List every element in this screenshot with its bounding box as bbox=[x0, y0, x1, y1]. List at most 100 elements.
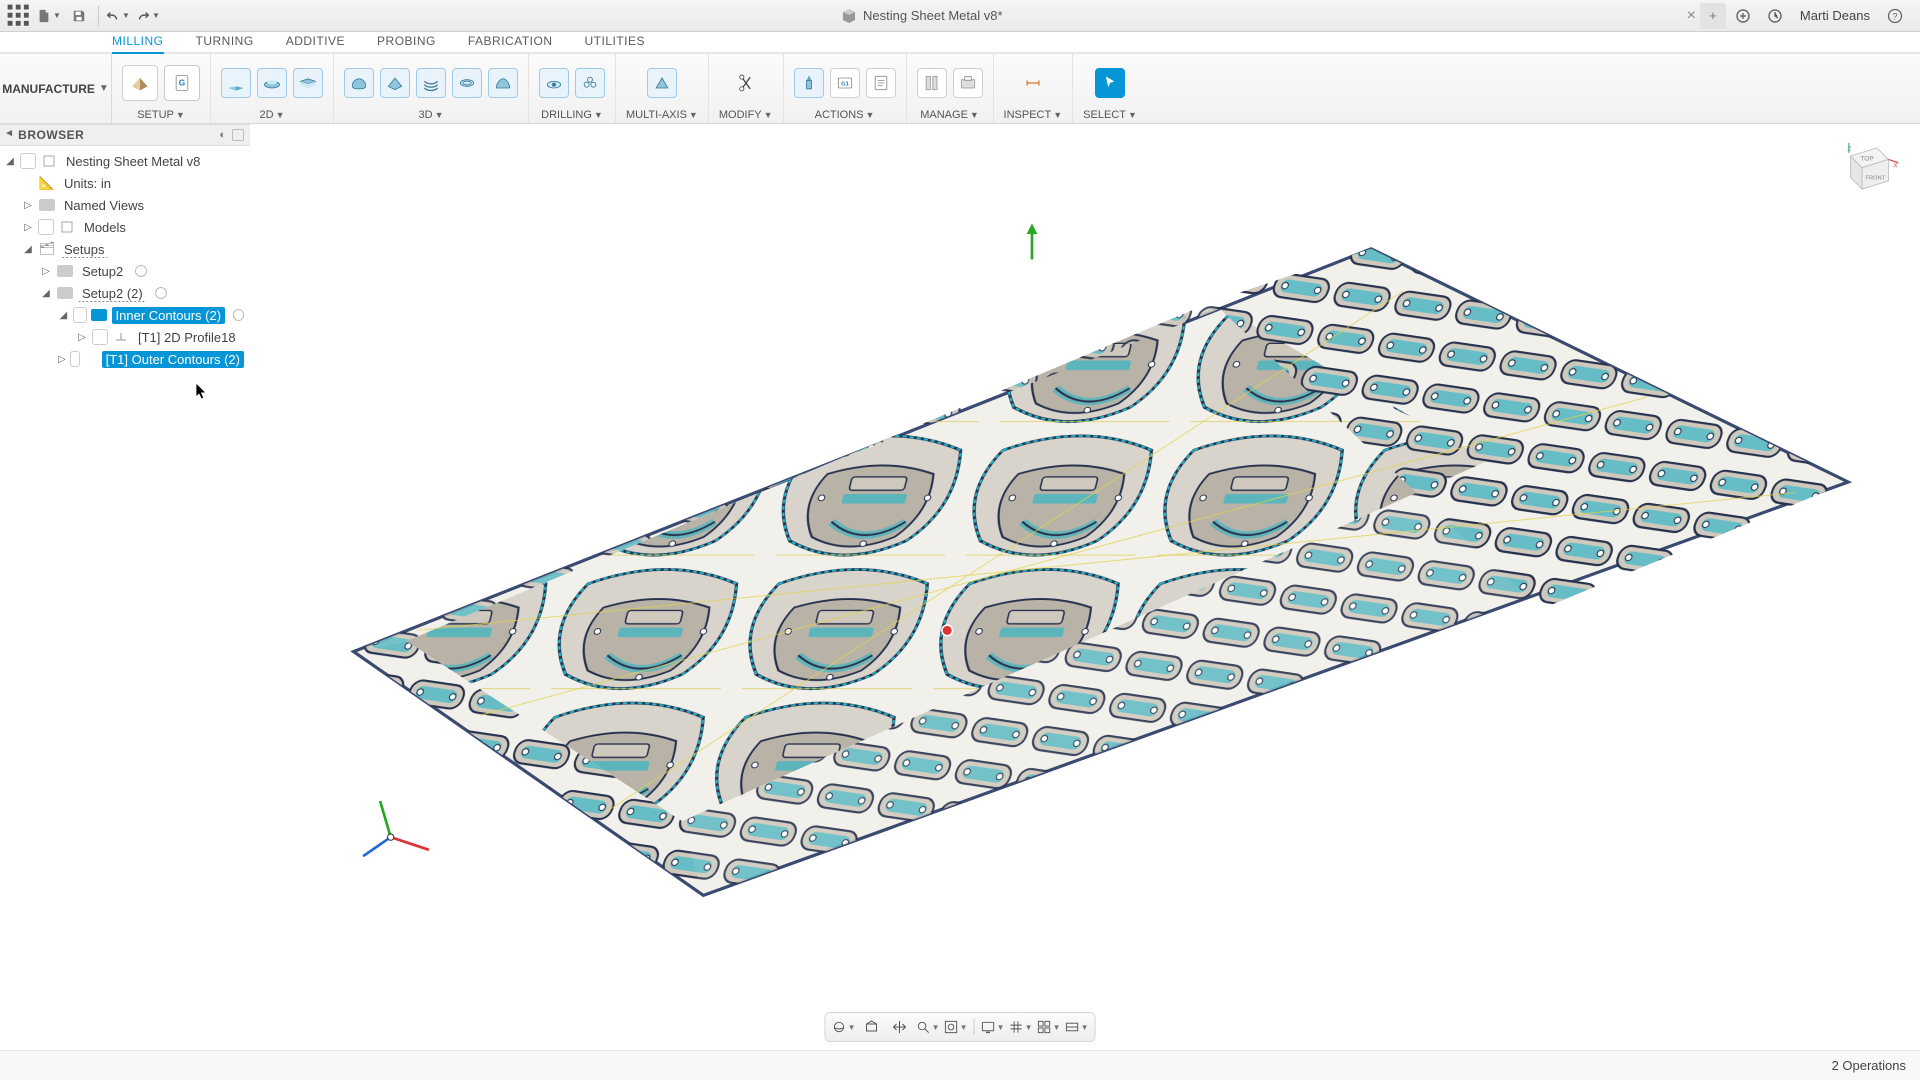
visibility-toggle[interactable] bbox=[20, 153, 36, 169]
look-at-button[interactable] bbox=[860, 1016, 884, 1038]
operation-icon bbox=[84, 351, 98, 367]
tab-turning[interactable]: TURNING bbox=[196, 34, 254, 52]
setups-icon: 🗂 bbox=[38, 241, 56, 257]
simulate-icon[interactable]: G1 bbox=[830, 68, 860, 98]
tree-node-inner-contours[interactable]: ◢ Inner Contours (2) bbox=[4, 304, 250, 326]
measure-icon[interactable] bbox=[1018, 68, 1048, 98]
3d-adaptive-icon[interactable] bbox=[344, 68, 374, 98]
svg-text:TOP: TOP bbox=[1860, 155, 1874, 162]
apps-grid-icon[interactable] bbox=[6, 3, 32, 29]
tree-node-named-views[interactable]: ▷ Named Views bbox=[4, 194, 250, 216]
operation-icon bbox=[112, 329, 130, 345]
pan-button[interactable] bbox=[888, 1016, 912, 1038]
2d-pocket-icon[interactable] bbox=[257, 68, 287, 98]
ribbon-group-inspect: INSPECT▼ bbox=[994, 54, 1074, 123]
viewport-settings-button[interactable]: ▼ bbox=[1037, 1016, 1061, 1038]
ribbon-group-2d: 2D▼ bbox=[211, 54, 334, 123]
drill-icon[interactable] bbox=[539, 68, 569, 98]
tree-node-units[interactable]: 📐 Units: in bbox=[4, 172, 250, 194]
snap-settings-button[interactable]: ▼ bbox=[1065, 1016, 1089, 1038]
browser-close-icon[interactable] bbox=[232, 129, 244, 141]
view-cube[interactable]: TOP FRONT Z X bbox=[1834, 138, 1900, 204]
ribbon-group-multiaxis: MULTI-AXIS▼ bbox=[616, 54, 709, 123]
tool-library-icon[interactable] bbox=[917, 68, 947, 98]
ribbon-label-manage: MANAGE▼ bbox=[920, 109, 979, 121]
close-tab-button[interactable]: × bbox=[1687, 7, 1696, 25]
tree-label: Inner Contours (2) bbox=[112, 307, 226, 324]
visibility-toggle[interactable] bbox=[38, 219, 54, 235]
tree-label: Setups bbox=[60, 241, 108, 258]
tree-label: Nesting Sheet Metal v8 bbox=[62, 153, 204, 170]
undo-button[interactable] bbox=[105, 3, 131, 29]
tree-node-setup2-2[interactable]: ◢ Setup2 (2) bbox=[4, 282, 250, 304]
visibility-toggle[interactable] bbox=[73, 307, 88, 323]
tree-node-root[interactable]: ◢ Nesting Sheet Metal v8 bbox=[4, 150, 250, 172]
workspace-switcher[interactable]: MANUFACTURE▼ bbox=[0, 54, 112, 123]
status-indicator[interactable] bbox=[233, 309, 244, 321]
svg-text:G1: G1 bbox=[841, 81, 850, 87]
workspace-label: MANUFACTURE bbox=[2, 82, 95, 96]
browser-title: BROWSER bbox=[18, 128, 213, 142]
visibility-toggle[interactable] bbox=[70, 351, 80, 367]
document-title-area: Nesting Sheet Metal v8* bbox=[165, 8, 1679, 24]
tree-node-outer-contours[interactable]: ▷ [T1] Outer Contours (2) bbox=[4, 348, 250, 370]
fit-button[interactable]: ▼ bbox=[944, 1016, 968, 1038]
browser-settings-icon[interactable]: ◐ bbox=[219, 129, 226, 141]
tree-label: Setup2 (2) bbox=[78, 285, 147, 302]
ribbon-label-2d: 2D▼ bbox=[260, 109, 285, 121]
machine-library-icon[interactable] bbox=[953, 68, 983, 98]
swarf-icon[interactable] bbox=[647, 68, 677, 98]
tab-additive[interactable]: ADDITIVE bbox=[286, 34, 345, 52]
active-setup-indicator[interactable] bbox=[135, 265, 147, 277]
zoom-button[interactable]: ▼ bbox=[916, 1016, 940, 1038]
status-text: 2 Operations bbox=[1832, 1058, 1906, 1073]
ruler-icon: 📐 bbox=[38, 175, 56, 191]
3d-parallel-icon[interactable] bbox=[416, 68, 446, 98]
component-icon bbox=[58, 219, 76, 235]
tree-node-setups[interactable]: ◢ 🗂 Setups bbox=[4, 238, 250, 260]
2d-face-icon[interactable] bbox=[293, 68, 323, 98]
tree-node-models[interactable]: ▷ Models bbox=[4, 216, 250, 238]
tree-label: Setup2 bbox=[78, 263, 127, 280]
save-button[interactable] bbox=[66, 3, 92, 29]
2d-adaptive-icon[interactable] bbox=[221, 68, 251, 98]
ribbon-tabs: MILLING TURNING ADDITIVE PROBING FABRICA… bbox=[0, 32, 1920, 54]
extensions-icon[interactable] bbox=[1730, 3, 1756, 29]
nc-program-icon[interactable]: G bbox=[164, 65, 200, 101]
select-icon[interactable] bbox=[1095, 68, 1125, 98]
tab-utilities[interactable]: UTILITIES bbox=[585, 34, 646, 52]
3d-pocket-icon[interactable] bbox=[380, 68, 410, 98]
help-icon[interactable]: ? bbox=[1882, 3, 1908, 29]
viewport[interactable]: TOP FRONT Z X bbox=[250, 124, 1920, 1050]
user-name[interactable]: Marti Deans bbox=[1794, 8, 1876, 23]
tree-node-setup2[interactable]: ▷ Setup2 bbox=[4, 260, 250, 282]
file-menu-button[interactable] bbox=[36, 3, 62, 29]
visibility-toggle[interactable] bbox=[92, 329, 108, 345]
job-status-icon[interactable] bbox=[1762, 3, 1788, 29]
component-icon bbox=[40, 153, 58, 169]
grid-settings-button[interactable]: ▼ bbox=[1009, 1016, 1033, 1038]
3d-contour-icon[interactable] bbox=[452, 68, 482, 98]
browser-collapse-icon[interactable] bbox=[6, 128, 12, 143]
tab-fabrication[interactable]: FABRICATION bbox=[468, 34, 553, 52]
post-process-icon[interactable] bbox=[866, 68, 896, 98]
display-settings-button[interactable]: ▼ bbox=[981, 1016, 1005, 1038]
setup-icon[interactable] bbox=[122, 65, 158, 101]
svg-text:FRONT: FRONT bbox=[1865, 175, 1885, 181]
svg-text:?: ? bbox=[1892, 11, 1897, 21]
toolpath-trim-icon[interactable] bbox=[731, 68, 761, 98]
3d-ramp-icon[interactable] bbox=[488, 68, 518, 98]
cube-icon bbox=[841, 8, 857, 24]
hole-recognition-icon[interactable] bbox=[575, 68, 605, 98]
new-tab-button[interactable]: + bbox=[1700, 3, 1726, 29]
redo-button[interactable] bbox=[135, 3, 161, 29]
browser-header[interactable]: BROWSER ◐ bbox=[0, 124, 250, 146]
tree-node-profile18[interactable]: ▷ [T1] 2D Profile18 bbox=[4, 326, 250, 348]
tab-milling[interactable]: MILLING bbox=[112, 34, 164, 54]
status-bar: 2 Operations bbox=[0, 1050, 1920, 1080]
tab-probing[interactable]: PROBING bbox=[377, 34, 436, 52]
orbit-button[interactable]: ▼ bbox=[832, 1016, 856, 1038]
generate-icon[interactable] bbox=[794, 68, 824, 98]
browser-tree: ◢ Nesting Sheet Metal v8 📐 Units: in ▷ N… bbox=[0, 146, 250, 370]
active-setup-indicator[interactable] bbox=[155, 287, 167, 299]
